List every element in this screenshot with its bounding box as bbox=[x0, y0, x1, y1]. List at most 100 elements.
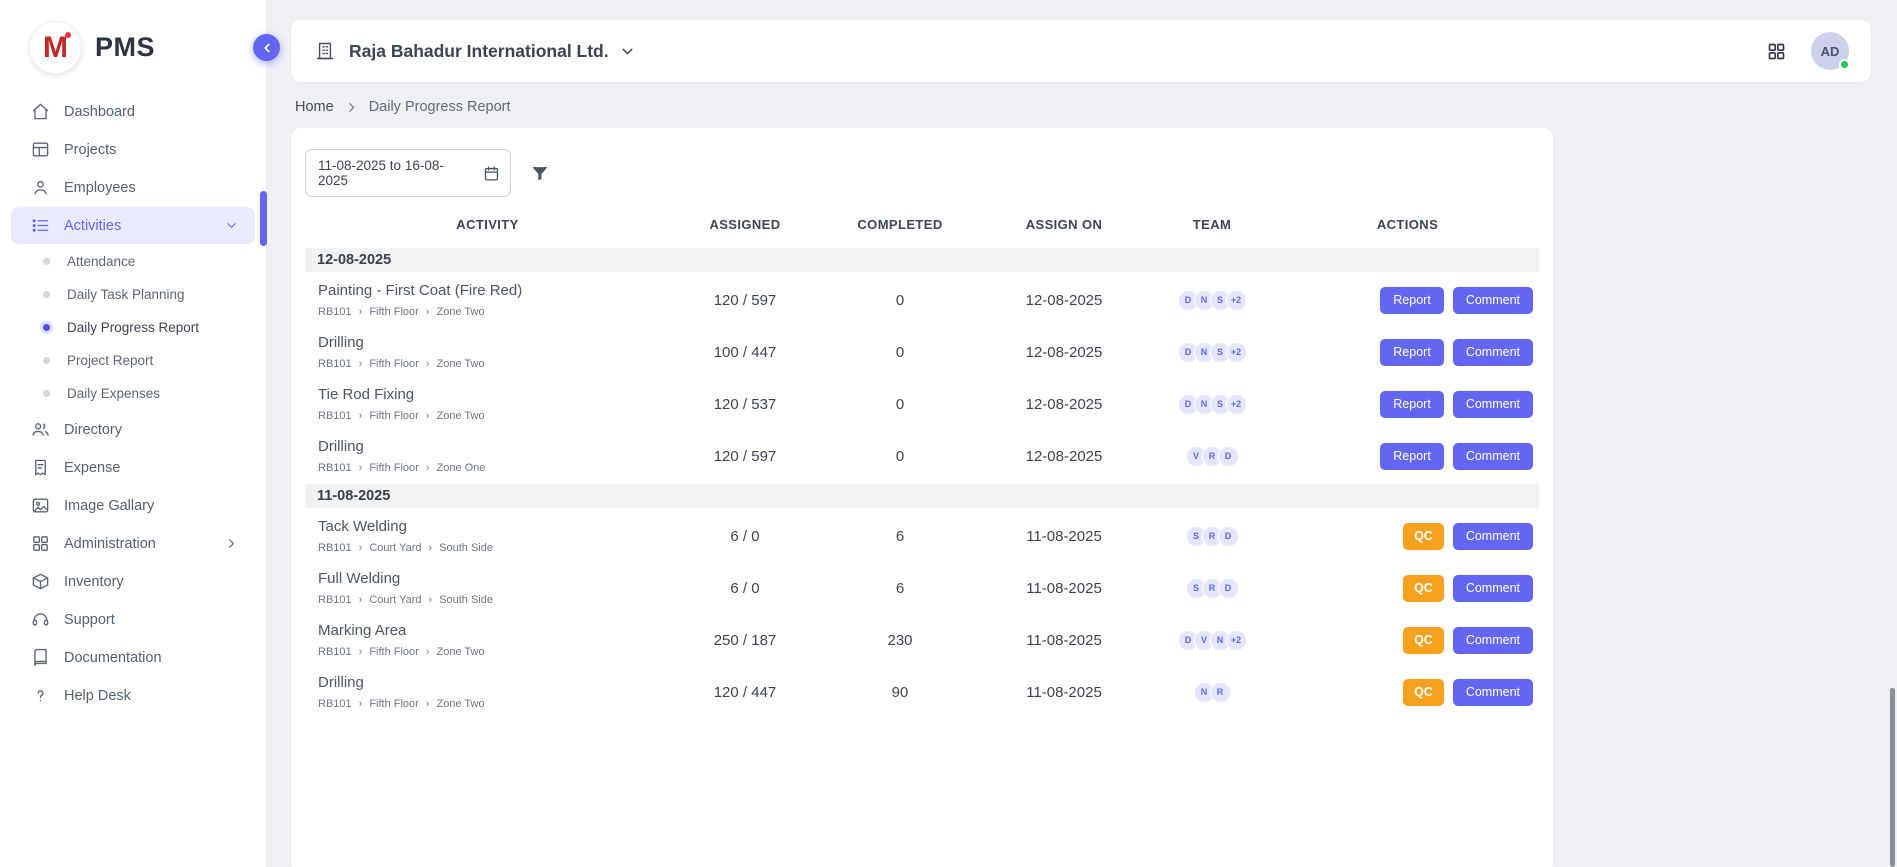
assigned-value: 100 / 447 bbox=[670, 344, 820, 361]
sidebar-item-image-gallary[interactable]: Image Gallary bbox=[11, 487, 255, 524]
report-button[interactable]: Report bbox=[1380, 443, 1444, 470]
team-avatars: DNS+2 bbox=[1148, 290, 1276, 311]
company-selector[interactable]: Raja Bahadur International Ltd. bbox=[349, 41, 609, 62]
sidebar-item-projects[interactable]: Projects bbox=[11, 131, 255, 168]
active-item-indicator bbox=[260, 191, 267, 246]
comment-button[interactable]: Comment bbox=[1453, 391, 1533, 418]
main-area: Raja Bahadur International Ltd. AD Home … bbox=[267, 0, 1897, 867]
avatar-initials: AD bbox=[1821, 44, 1840, 59]
sidebar-item-support[interactable]: Support bbox=[11, 601, 255, 638]
activity-name: Drilling bbox=[318, 674, 670, 691]
comment-button[interactable]: Comment bbox=[1453, 339, 1533, 366]
comment-button[interactable]: Comment bbox=[1453, 575, 1533, 602]
path-segment: South Side bbox=[439, 542, 493, 554]
qc-button[interactable]: QC bbox=[1403, 627, 1444, 654]
report-button[interactable]: Report bbox=[1380, 391, 1444, 418]
sidebar-item-directory[interactable]: Directory bbox=[11, 411, 255, 448]
path-segment: Zone Two bbox=[437, 698, 485, 710]
table-row: Tie Rod Fixing RB101›Fifth Floor›Zone Tw… bbox=[305, 378, 1539, 430]
activity-path: RB101›Fifth Floor›Zone Two bbox=[318, 698, 670, 710]
sidebar-collapse-button[interactable] bbox=[253, 34, 280, 61]
sidebar-item-employees[interactable]: Employees bbox=[11, 169, 255, 206]
sidebar-item-help-desk[interactable]: Help Desk bbox=[11, 677, 255, 714]
sidebar-item-documentation[interactable]: Documentation bbox=[11, 639, 255, 676]
apps-grid-icon[interactable] bbox=[1766, 41, 1787, 62]
activity-cell: Drilling RB101›Fifth Floor›Zone One bbox=[305, 438, 670, 474]
date-range-input[interactable]: 11-08-2025 to 16-08-2025 bbox=[305, 149, 511, 197]
scrollbar-thumb[interactable] bbox=[1890, 688, 1895, 867]
qc-button[interactable]: QC bbox=[1403, 523, 1444, 550]
breadcrumb: Home Daily Progress Report bbox=[291, 82, 1871, 128]
sidebar-item-dashboard[interactable]: Dashboard bbox=[11, 93, 255, 130]
chevron-right-icon: › bbox=[359, 463, 363, 474]
chevron-right-icon: › bbox=[359, 359, 363, 370]
activity-path: RB101›Fifth Floor›Zone Two bbox=[318, 410, 670, 422]
chevron-right-icon: › bbox=[426, 463, 430, 474]
chevron-right-icon bbox=[345, 101, 358, 114]
assign-on-value: 11-08-2025 bbox=[980, 580, 1148, 597]
report-button[interactable]: Report bbox=[1380, 287, 1444, 314]
table-row: Tack Welding RB101›Court Yard›South Side… bbox=[305, 510, 1539, 562]
date-group-header: 11-08-2025 bbox=[305, 484, 1539, 508]
activity-cell: Marking Area RB101›Fifth Floor›Zone Two bbox=[305, 622, 670, 658]
assigned-value: 120 / 447 bbox=[670, 684, 820, 701]
team-member-chip: R bbox=[1210, 682, 1231, 703]
team-member-chip: D bbox=[1218, 446, 1239, 467]
activity-name: Drilling bbox=[318, 334, 670, 351]
activity-cell: Painting - First Coat (Fire Red) RB101›F… bbox=[305, 282, 670, 318]
comment-button[interactable]: Comment bbox=[1453, 443, 1533, 470]
path-segment: Zone Two bbox=[437, 410, 485, 422]
path-segment: RB101 bbox=[318, 698, 352, 710]
chevron-down-icon[interactable] bbox=[619, 43, 636, 60]
activity-name: Tack Welding bbox=[318, 518, 670, 535]
sidebar-subitem-daily-task-planning[interactable]: Daily Task Planning bbox=[0, 278, 266, 311]
sidebar-item-activities[interactable]: Activities bbox=[11, 207, 255, 244]
activity-path: RB101›Court Yard›South Side bbox=[318, 542, 670, 554]
table-header: ACTIVITY ASSIGNED COMPLETED ASSIGN ON TE… bbox=[305, 213, 1539, 246]
breadcrumb-current: Daily Progress Report bbox=[369, 99, 511, 115]
sidebar-item-inventory[interactable]: Inventory bbox=[11, 563, 255, 600]
bullet-dot-icon bbox=[43, 357, 50, 364]
completed-value: 0 bbox=[820, 344, 980, 361]
bullet-dot-icon bbox=[43, 324, 50, 331]
bullet-dot-icon bbox=[43, 390, 50, 397]
bullet-dot-icon bbox=[43, 291, 50, 298]
path-segment: Zone Two bbox=[437, 306, 485, 318]
comment-button[interactable]: Comment bbox=[1453, 287, 1533, 314]
sidebar-subitem-daily-progress-report[interactable]: Daily Progress Report bbox=[0, 311, 266, 344]
breadcrumb-home[interactable]: Home bbox=[295, 99, 334, 115]
comment-button[interactable]: Comment bbox=[1453, 523, 1533, 550]
report-button[interactable]: Report bbox=[1380, 339, 1444, 366]
sidebar-subitem-daily-expenses[interactable]: Daily Expenses bbox=[0, 377, 266, 410]
filter-icon[interactable] bbox=[530, 163, 550, 183]
team-avatars: NR bbox=[1148, 682, 1276, 703]
assign-on-value: 12-08-2025 bbox=[980, 448, 1148, 465]
assigned-value: 120 / 537 bbox=[670, 396, 820, 413]
sidebar-item-expense[interactable]: Expense bbox=[11, 449, 255, 486]
comment-button[interactable]: Comment bbox=[1453, 627, 1533, 654]
comment-button[interactable]: Comment bbox=[1453, 679, 1533, 706]
team-member-chip: D bbox=[1218, 526, 1239, 547]
projects-icon bbox=[31, 140, 50, 159]
qc-button[interactable]: QC bbox=[1403, 679, 1444, 706]
sidebar-subitem-attendance[interactable]: Attendance bbox=[0, 245, 266, 278]
bullet-dot-icon bbox=[43, 258, 50, 265]
chevron-right-icon: › bbox=[359, 543, 363, 554]
activity-name: Marking Area bbox=[318, 622, 670, 639]
activity-path: RB101›Fifth Floor›Zone Two bbox=[318, 358, 670, 370]
directory-icon bbox=[31, 420, 50, 439]
expense-icon bbox=[31, 458, 50, 477]
inventory-icon bbox=[31, 572, 50, 591]
chevron-right-icon: › bbox=[359, 699, 363, 710]
qc-button[interactable]: QC bbox=[1403, 575, 1444, 602]
sidebar-item-administration[interactable]: Administration bbox=[11, 525, 255, 562]
activity-path: RB101›Fifth Floor›Zone One bbox=[318, 462, 670, 474]
chevron-down-icon bbox=[224, 218, 239, 233]
chevron-right-icon: › bbox=[429, 595, 433, 606]
assign-on-value: 11-08-2025 bbox=[980, 684, 1148, 701]
sidebar-subitem-project-report[interactable]: Project Report bbox=[0, 344, 266, 377]
completed-value: 6 bbox=[820, 528, 980, 545]
activity-cell: Full Welding RB101›Court Yard›South Side bbox=[305, 570, 670, 606]
user-avatar[interactable]: AD bbox=[1811, 32, 1849, 70]
sidebar-subitem-label: Attendance bbox=[67, 254, 135, 269]
